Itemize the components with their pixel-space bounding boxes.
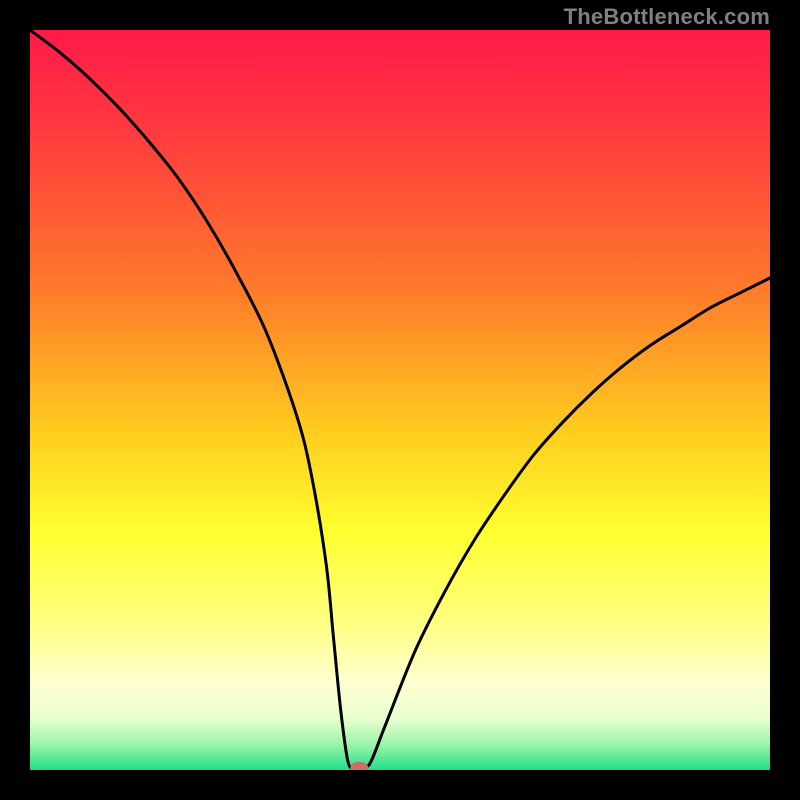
plot-area: [30, 30, 770, 770]
outer-black-frame: TheBottleneck.com: [0, 0, 800, 800]
gradient-background: [30, 30, 770, 770]
source-credit: TheBottleneck.com: [564, 4, 770, 30]
chart-svg: [30, 30, 770, 770]
